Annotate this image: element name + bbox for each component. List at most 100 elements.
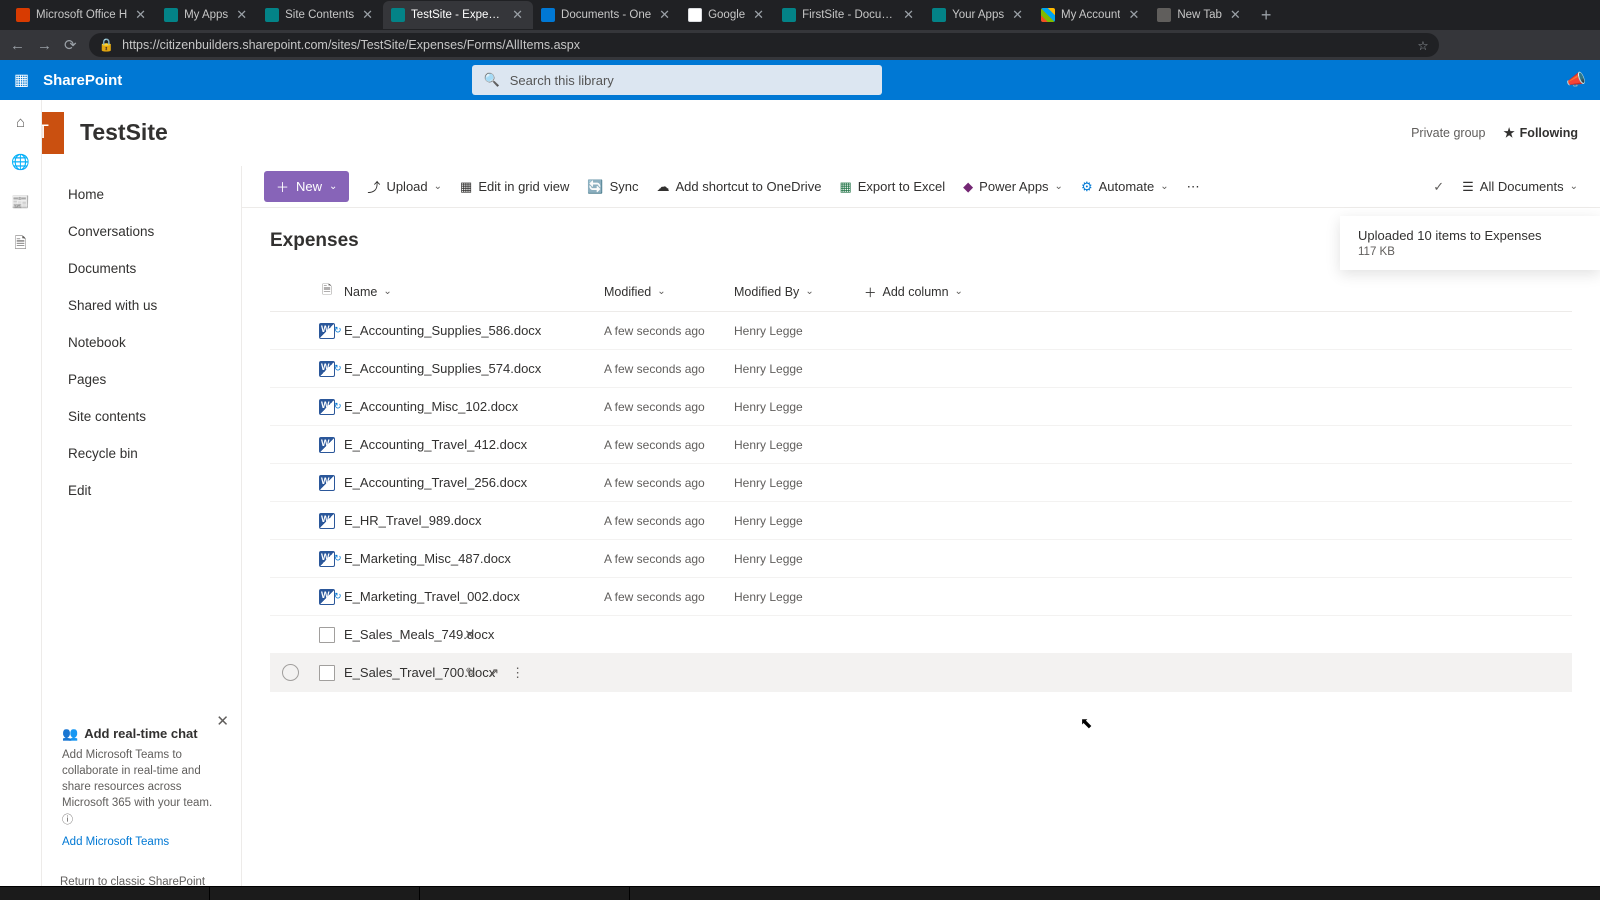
nav-item[interactable]: Edit [42,472,241,509]
file-row[interactable]: ↻E_Accounting_Supplies_586.docx A few se… [270,312,1572,350]
browser-tab[interactable]: Google ✕ [680,1,774,29]
browser-tab[interactable]: My Account ✕ [1033,1,1149,29]
nav-item[interactable]: Notebook [42,324,241,361]
file-name[interactable]: E_Sales_Travel_700.docx ✎ ↗ ⋮ [344,665,604,681]
news-icon[interactable]: 📰 [11,193,30,211]
file-name[interactable]: ↻E_Accounting_Supplies_586.docx [344,323,604,338]
modified-by-column-header[interactable]: Modified By⌄ [734,285,864,299]
add-shortcut-button[interactable]: ☁ Add shortcut to OneDrive [656,179,821,195]
file-name[interactable]: ↻E_Accounting_Supplies_574.docx [344,361,604,376]
following-button[interactable]: ★ Following [1503,125,1578,140]
more-button[interactable]: ⋯ [1187,179,1200,195]
file-row[interactable]: E_Sales_Meals_749.docx✕ [270,616,1572,654]
close-icon[interactable]: ✕ [510,7,525,23]
browser-tab[interactable]: Site Contents ✕ [257,1,383,29]
close-icon[interactable]: ✕ [360,7,375,23]
favicon [932,8,946,22]
close-icon[interactable]: ✕ [657,7,672,23]
browser-tab[interactable]: TestSite - Expenses ✕ [383,1,533,29]
nav-item[interactable]: Documents [42,250,241,287]
file-row[interactable]: E_Sales_Travel_700.docx ✎ ↗ ⋮ [270,654,1572,692]
file-row[interactable]: ↻E_Marketing_Misc_487.docx A few seconds… [270,540,1572,578]
name-column-header[interactable]: Name⌄ [344,285,604,299]
add-column-button[interactable]: ＋ Add column⌄ [864,282,963,301]
files-icon[interactable]: 🗎 [14,233,26,258]
app-launcher-icon[interactable]: ▦ [14,70,29,90]
suite-header: ▦ SharePoint 🔍 Search this library 📣 [0,60,1600,100]
file-name[interactable]: E_Accounting_Travel_256.docx [344,475,604,490]
chevron-down-icon: ⌄ [955,286,963,297]
forward-icon[interactable]: → [37,37,52,54]
browser-tab[interactable]: FirstSite - Docume ✕ [774,1,924,29]
url-bar[interactable]: 🔒 https://citizenbuilders.sharepoint.com… [89,33,1439,57]
globe-icon[interactable]: 🌐 [11,153,30,171]
nav-item[interactable]: Conversations [42,213,241,250]
share-icon[interactable]: ↗ [488,665,499,681]
file-row[interactable]: ↻E_Marketing_Travel_002.docx A few secon… [270,578,1572,616]
browser-tab[interactable]: Microsoft Office H ✕ [8,1,156,29]
nav-item[interactable]: Pages [42,361,241,398]
nav-item[interactable]: Shared with us [42,287,241,324]
file-row[interactable]: ↻E_Accounting_Misc_102.docx A few second… [270,388,1572,426]
word-doc-icon [319,437,335,453]
url-text: https://citizenbuilders.sharepoint.com/s… [122,38,580,52]
open-icon[interactable]: ✎ [465,665,476,681]
file-row[interactable]: E_Accounting_Travel_256.docx A few secon… [270,464,1572,502]
bookmark-star-icon[interactable]: ☆ [1417,38,1428,53]
back-icon[interactable]: ← [10,37,25,54]
taskbar[interactable] [0,886,1600,900]
site-title[interactable]: TestSite [80,119,168,146]
power-apps-button[interactable]: ◆ Power Apps ⌄ [963,179,1063,195]
sync-badge-icon: ↻ [334,553,342,564]
more-icon[interactable]: ⋮ [511,665,524,681]
browser-tab[interactable]: My Apps ✕ [156,1,257,29]
done-check-icon[interactable]: ✓ [1433,179,1444,195]
file-name[interactable]: ↻E_Accounting_Misc_102.docx [344,399,604,414]
upload-toast: Uploaded 10 items to Expenses 117 KB [1340,216,1600,270]
edit-grid-button[interactable]: ▦ Edit in grid view [460,179,569,195]
close-icon[interactable]: ✕ [751,7,766,23]
close-icon[interactable]: ✕ [1126,7,1141,23]
nav-item[interactable]: Site contents [42,398,241,435]
browser-tab[interactable]: Your Apps ✕ [924,1,1033,29]
file-name[interactable]: ↻E_Marketing_Travel_002.docx [344,589,604,604]
new-tab-button[interactable]: + [1251,5,1282,26]
modified-column-header[interactable]: Modified⌄ [604,285,734,299]
info-icon[interactable]: ⓘ [62,814,73,826]
file-row[interactable]: E_Accounting_Travel_412.docx A few secon… [270,426,1572,464]
file-name[interactable]: E_Sales_Meals_749.docx✕ [344,627,604,643]
nav-item[interactable]: Home [42,176,241,213]
automate-button[interactable]: ⚙ Automate ⌄ [1081,179,1169,195]
nav-item[interactable]: Recycle bin [42,435,241,472]
type-column-icon[interactable]: 🗎 [310,281,344,302]
close-icon[interactable]: ✕ [216,711,229,732]
home-icon[interactable]: ⌂ [16,114,25,131]
export-excel-button[interactable]: ▦ Export to Excel [839,179,945,195]
file-row[interactable]: E_HR_Travel_989.docx A few seconds ago H… [270,502,1572,540]
search-box[interactable]: 🔍 Search this library [472,65,882,95]
browser-tab[interactable]: Documents - One ✕ [533,1,680,29]
plus-icon: ＋ [864,282,877,301]
sync-button[interactable]: 🔄 Sync [587,179,638,195]
view-selector[interactable]: ☰ All Documents ⌄ [1462,179,1578,195]
lock-icon: 🔒 [99,38,115,53]
reload-icon[interactable]: ⟳ [64,36,77,54]
close-icon[interactable]: ✕ [1010,7,1025,23]
file-name[interactable]: ↻E_Marketing_Misc_487.docx [344,551,604,566]
megaphone-icon[interactable]: 📣 [1566,70,1586,90]
close-icon[interactable]: ✕ [1228,7,1243,23]
close-icon[interactable]: ✕ [901,7,916,23]
file-name[interactable]: E_Accounting_Travel_412.docx [344,437,604,452]
close-icon[interactable]: ✕ [133,7,148,23]
brand-label[interactable]: SharePoint [43,72,122,89]
sync-badge-icon: ↻ [334,325,342,336]
close-icon[interactable]: ✕ [234,7,249,23]
browser-tab[interactable]: New Tab ✕ [1149,1,1250,29]
file-name[interactable]: E_HR_Travel_989.docx [344,513,604,528]
chevron-down-icon: ⌄ [1160,181,1168,192]
file-row[interactable]: ↻E_Accounting_Supplies_574.docx A few se… [270,350,1572,388]
new-button[interactable]: ＋ New ⌄ [264,171,349,202]
select-circle[interactable] [282,664,299,681]
add-teams-link[interactable]: Add Microsoft Teams [62,834,221,850]
upload-button[interactable]: ⤴ Upload ⌄ [367,177,442,196]
